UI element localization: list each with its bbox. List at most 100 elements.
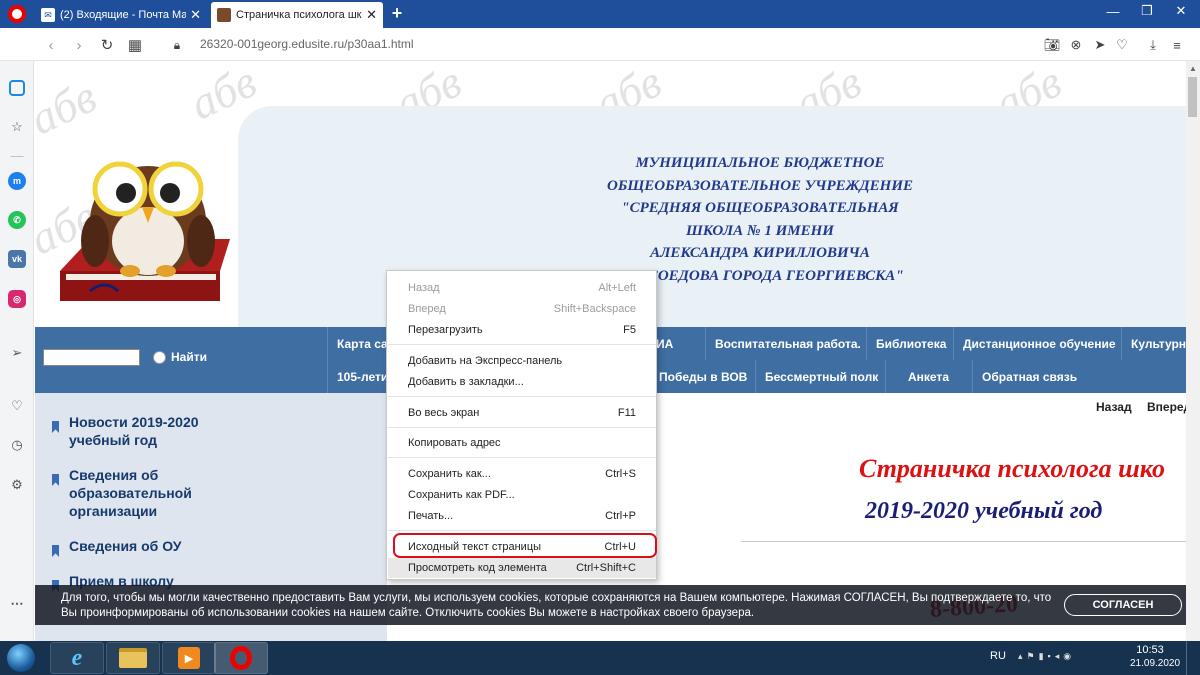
- back-icon[interactable]: ‹: [40, 34, 62, 56]
- tab-mail[interactable]: ✉ (2) Входящие - Почта Mai ✕: [35, 2, 207, 28]
- tray-icons[interactable]: ▴⚑▮▪◂◉: [1018, 651, 1075, 662]
- nav-item[interactable]: Культурн: [1121, 327, 1186, 360]
- site-search-input[interactable]: [43, 349, 140, 366]
- menu-item-save-pdf[interactable]: Сохранить как PDF...: [388, 485, 656, 505]
- menu-item-forward[interactable]: Вперед Shift+Backspace: [388, 299, 656, 319]
- star-icon[interactable]: ☆: [6, 116, 28, 138]
- school-name: МУНИЦИПАЛЬНОЕ БЮДЖЕТНОЕ ОБЩЕОБРАЗОВАТЕЛЬ…: [606, 155, 913, 284]
- heart-sidebar-icon[interactable]: ♡: [6, 395, 28, 417]
- bookmark-icon: [52, 474, 59, 486]
- opera-menu-button[interactable]: [0, 0, 34, 28]
- menu-item-reload[interactable]: Перезагрузить F5: [388, 320, 656, 340]
- forward-icon[interactable]: ›: [68, 34, 90, 56]
- left-menu-item[interactable]: Сведения об образовательной организации: [52, 466, 192, 520]
- owl-logo: [60, 161, 230, 301]
- menu-item-shortcut: F11: [617, 407, 636, 419]
- menu-item-label: Перезагрузить: [408, 324, 483, 336]
- mail-icon: ✉: [41, 8, 55, 22]
- adblock-icon[interactable]: ⊗: [1065, 34, 1087, 56]
- address-bar: ‹ › ↻ ▦ 🔒︎ 26320-001georg.edusite.ru/p30…: [0, 28, 1200, 61]
- menu-item-label: Назад: [408, 282, 440, 294]
- nav-item[interactable]: Анкета: [885, 360, 971, 393]
- home-icon[interactable]: [6, 77, 28, 99]
- whatsapp-icon[interactable]: ✆: [6, 209, 28, 231]
- send-icon[interactable]: ➤: [1089, 34, 1111, 56]
- tab-title: Страничка психолога шко: [236, 9, 363, 21]
- language-indicator[interactable]: RU: [990, 650, 1006, 662]
- reload-icon[interactable]: ↻: [96, 34, 118, 56]
- menu-item-add-speed-dial[interactable]: Добавить на Экспресс-панель: [388, 351, 656, 371]
- tab-strip: ✉ (2) Входящие - Почта Mai ✕ Страничка п…: [0, 0, 1200, 28]
- menu-item-label: Сохранить как PDF...: [408, 489, 515, 501]
- radio-icon: [153, 350, 166, 364]
- minimize-button[interactable]: —: [1096, 0, 1130, 22]
- ie-icon: e: [71, 644, 83, 671]
- nav-item[interactable]: Бессмертный полк: [755, 360, 887, 393]
- send-sidebar-icon[interactable]: ➢: [6, 342, 28, 364]
- maximize-button[interactable]: ❐: [1130, 0, 1164, 22]
- menu-icon[interactable]: ≡: [1166, 34, 1188, 56]
- more-icon[interactable]: ⋯: [6, 593, 28, 615]
- menu-item-label: Сохранить как...: [408, 468, 491, 480]
- show-desktop-button[interactable]: [1186, 641, 1200, 675]
- left-menu-item[interactable]: Сведения об ОУ: [52, 537, 181, 557]
- cookie-accept-button[interactable]: СОГЛАСЕН: [1064, 594, 1182, 616]
- messenger-icon[interactable]: m: [6, 170, 28, 192]
- opera-icon: [230, 646, 252, 670]
- scroll-up-icon[interactable]: ▲: [1189, 64, 1197, 73]
- site-search-button[interactable]: Найти: [153, 350, 207, 364]
- scrollbar-thumb[interactable]: [1188, 77, 1197, 117]
- nav-item[interactable]: Воспитательная работа.: [705, 327, 870, 360]
- clock-time: 10:53: [1136, 644, 1164, 656]
- speed-dial-icon[interactable]: ▦: [124, 34, 146, 56]
- nav-item[interactable]: Победы в ВОВ: [650, 360, 756, 393]
- menu-item-copy-address[interactable]: Копировать адрес: [388, 433, 656, 453]
- menu-item-add-bookmark[interactable]: Добавить в закладки...: [388, 372, 656, 392]
- tab-title: (2) Входящие - Почта Mai: [60, 9, 187, 21]
- taskbar-ie[interactable]: e: [50, 642, 104, 674]
- menu-item-save-as[interactable]: Сохранить как... Ctrl+S: [388, 464, 656, 484]
- taskbar-opera[interactable]: [214, 642, 268, 674]
- tab-psychologist-page[interactable]: Страничка психолога шко ✕: [211, 2, 383, 28]
- menu-separator: [388, 530, 656, 531]
- vk-icon[interactable]: vk: [6, 248, 28, 270]
- camera-icon[interactable]: 📷︎: [1041, 34, 1063, 56]
- watermark: абв: [35, 70, 104, 145]
- url-field[interactable]: 26320-001georg.edusite.ru/p30aa1.html: [200, 37, 414, 51]
- taskbar-media[interactable]: ▶: [162, 642, 216, 674]
- clock-date: 21.09.2020: [1130, 658, 1181, 669]
- taskbar: e ▶ RU ▴⚑▮▪◂◉ 10:53 21.09.2020: [0, 641, 1200, 675]
- menu-item-print[interactable]: Печать... Ctrl+P: [388, 506, 656, 526]
- menu-item-inspect[interactable]: Просмотреть код элемента Ctrl+Shift+C: [388, 558, 656, 578]
- lock-icon[interactable]: 🔒︎: [166, 34, 188, 56]
- cookie-banner: Для того, чтобы мы могли качественно пре…: [35, 585, 1186, 625]
- nav-item[interactable]: Обратная связь: [972, 360, 1086, 393]
- heart-icon[interactable]: ♡: [1111, 34, 1133, 56]
- menu-item-back[interactable]: Назад Alt+Left: [388, 278, 656, 298]
- download-icon[interactable]: ⤓: [1142, 34, 1164, 56]
- close-tab-icon[interactable]: ✕: [366, 7, 377, 23]
- history-icon[interactable]: ◷: [6, 434, 28, 456]
- new-tab-button[interactable]: +: [387, 3, 407, 24]
- taskbar-explorer[interactable]: [106, 642, 160, 674]
- opera-logo-icon: [8, 5, 26, 23]
- nav-item[interactable]: Дистанционное обучение: [953, 327, 1125, 360]
- left-menu-item[interactable]: Новости 2019-2020 учебный год: [52, 413, 199, 449]
- next-link[interactable]: Вперед: [1147, 400, 1186, 414]
- instagram-icon[interactable]: ◎: [6, 288, 28, 310]
- menu-item-shortcut: Shift+Backspace: [553, 303, 636, 315]
- nav-item[interactable]: Библиотека: [866, 327, 955, 360]
- menu-item-shortcut: F5: [623, 324, 636, 336]
- vertical-scrollbar[interactable]: ▲: [1186, 61, 1200, 641]
- close-tab-icon[interactable]: ✕: [190, 7, 201, 23]
- site-favicon-icon: [217, 8, 231, 22]
- prev-link[interactable]: Назад: [1096, 400, 1132, 414]
- menu-item-shortcut: Ctrl+S: [605, 468, 636, 480]
- start-button[interactable]: [2, 642, 40, 674]
- menu-item-fullscreen[interactable]: Во весь экран F11: [388, 403, 656, 423]
- menu-item-shortcut: Ctrl+P: [605, 510, 636, 522]
- close-window-button[interactable]: ✕: [1164, 0, 1198, 22]
- menu-item-label: Добавить на Экспресс-панель: [408, 355, 563, 367]
- clock[interactable]: 10:53 21.09.2020: [1130, 644, 1181, 669]
- settings-icon[interactable]: ⚙: [6, 474, 28, 496]
